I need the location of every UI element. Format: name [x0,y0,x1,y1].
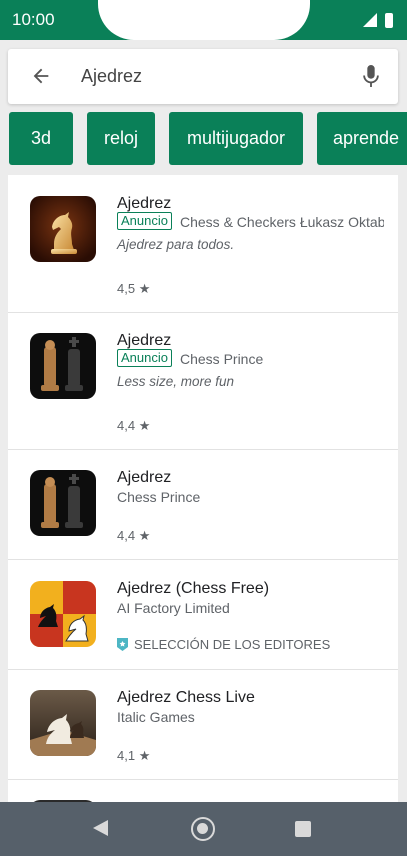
app-rating: 4,5 ★ [117,281,150,297]
app-rating: 4,4 ★ [117,528,150,544]
chess-king-queen-app-icon [30,333,96,399]
nav-home-dot [197,823,208,834]
results-list: Ajedrez Anuncio Chess & Checkers Łukasz … [8,175,398,805]
app-title: Ajedrez [117,195,172,212]
app-developer: Chess Prince [180,351,264,367]
result-item[interactable]: Ajedrez Chess Live Italic Games 4,1 ★ [8,670,398,780]
app-developer: Chess Prince [117,489,201,505]
editors-choice: SELECCIÓN DE LOS EDITORES [117,637,330,652]
rating-value: 4,5 [117,281,136,296]
rating-value: 4,4 [117,528,136,543]
star-icon: ★ [138,528,151,543]
back-arrow-icon[interactable] [30,65,52,87]
editors-choice-label: SELECCIÓN DE LOS EDITORES [134,637,331,652]
app-description: Less size, more fun [117,374,235,389]
app-title: Ajedrez [117,332,172,349]
chip-aprende[interactable]: aprende [317,112,407,165]
app-title: Ajedrez (Chess Free) [117,580,270,597]
chip-label: aprende [333,128,400,148]
navigation-bar [0,802,407,856]
nav-recents-icon[interactable] [295,821,311,837]
rating-value: 4,4 [117,418,136,433]
ad-badge: Anuncio [117,349,172,367]
chip-label: multijugador [186,128,286,148]
app-title: Ajedrez [117,469,172,486]
star-icon: ★ [138,281,151,296]
app-developer: Chess & Checkers Łukasz Oktaba [180,214,384,230]
app-rating: 4,1 ★ [117,748,150,764]
result-item[interactable]: Ajedrez Anuncio Chess & Checkers Łukasz … [8,175,398,313]
display-notch [98,0,310,40]
search-bar[interactable]: Ajedrez [8,49,398,104]
chip-label: reloj [103,128,138,148]
nav-home-icon[interactable] [191,817,215,841]
app-developer: Italic Games [117,709,195,725]
chip-multijugador[interactable]: multijugador [169,112,303,165]
mic-icon[interactable] [360,63,382,89]
status-bar: 10:00 [0,0,407,40]
status-icons [363,11,393,29]
chip-reloj[interactable]: reloj [87,112,155,165]
app-description: Ajedrez para todos. [117,237,235,252]
result-item[interactable]: Ajedrez Chess Prince 4,4 ★ [8,450,398,560]
star-icon: ★ [138,418,151,433]
editors-choice-badge-icon [117,638,128,651]
result-item[interactable]: Ajedrez (Chess Free) AI Factory Limited … [8,560,398,670]
search-input[interactable]: Ajedrez [81,66,142,87]
result-item[interactable]: Ajedrez Anuncio Chess Prince Less size, … [8,313,398,450]
app-developer: AI Factory Limited [117,600,230,616]
app-rating: 4,4 ★ [117,418,150,434]
chip-3d[interactable]: 3d [9,112,73,165]
chip-label: 3d [30,128,52,148]
ad-badge: Anuncio [117,212,172,230]
chess-free-app-icon [30,581,96,647]
app-title: Ajedrez Chess Live [117,689,255,706]
filter-chips: 3d reloj multijugador aprende [0,112,407,166]
chess-knight-app-icon [30,196,96,262]
rating-value: 4,1 [117,748,136,763]
chess-king-queen-app-icon [30,470,96,536]
battery-icon [385,12,393,28]
signal-icon [363,13,377,27]
chess-live-app-icon [30,690,96,756]
nav-back-icon[interactable] [93,820,108,836]
star-icon: ★ [138,748,151,763]
status-time: 10:00 [12,10,55,29]
